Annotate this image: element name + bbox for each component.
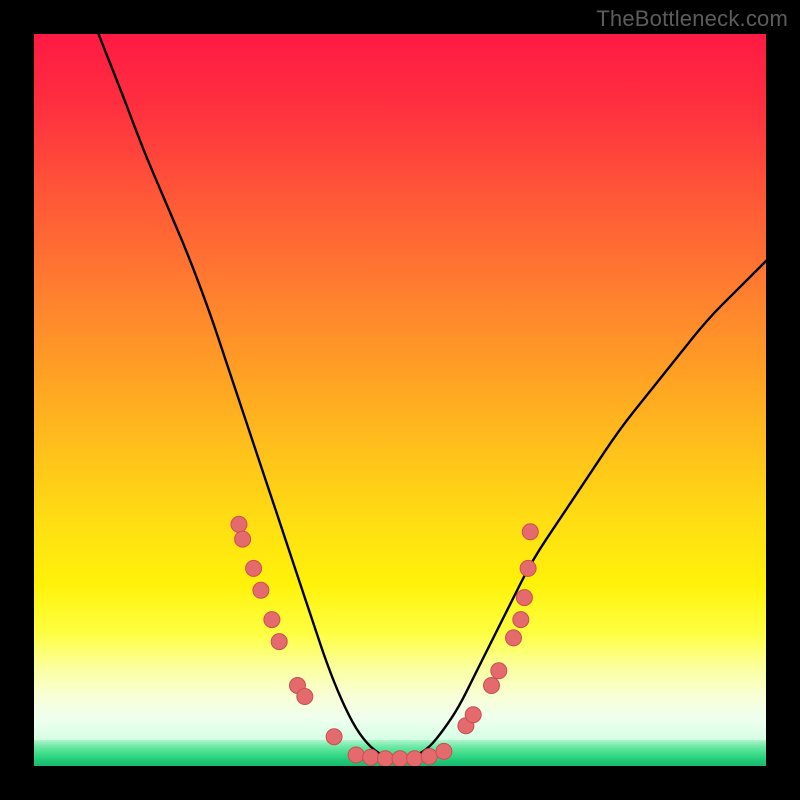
data-marker — [421, 749, 437, 765]
data-marker — [522, 524, 538, 540]
data-marker — [436, 743, 452, 759]
watermark-text: TheBottleneck.com — [596, 6, 788, 32]
data-marker — [513, 612, 529, 628]
data-marker — [491, 663, 507, 679]
data-marker — [231, 516, 247, 532]
data-marker — [264, 612, 280, 628]
data-marker — [297, 689, 313, 705]
data-marker — [246, 560, 262, 576]
data-marker — [271, 634, 287, 650]
data-marker — [235, 531, 251, 547]
data-marker — [516, 590, 532, 606]
data-marker — [363, 749, 379, 765]
data-marker — [253, 582, 269, 598]
data-marker — [392, 751, 408, 766]
data-marker — [348, 747, 364, 763]
data-marker — [465, 707, 481, 723]
data-marker — [484, 678, 500, 694]
data-marker — [520, 560, 536, 576]
data-marker — [407, 751, 423, 766]
data-marker — [326, 729, 342, 745]
plot-area — [34, 34, 766, 766]
chart-frame: TheBottleneck.com — [0, 0, 800, 800]
data-marker — [506, 630, 522, 646]
bottleneck-curve — [34, 34, 766, 758]
data-marker — [377, 751, 393, 766]
curve-layer — [34, 34, 766, 766]
